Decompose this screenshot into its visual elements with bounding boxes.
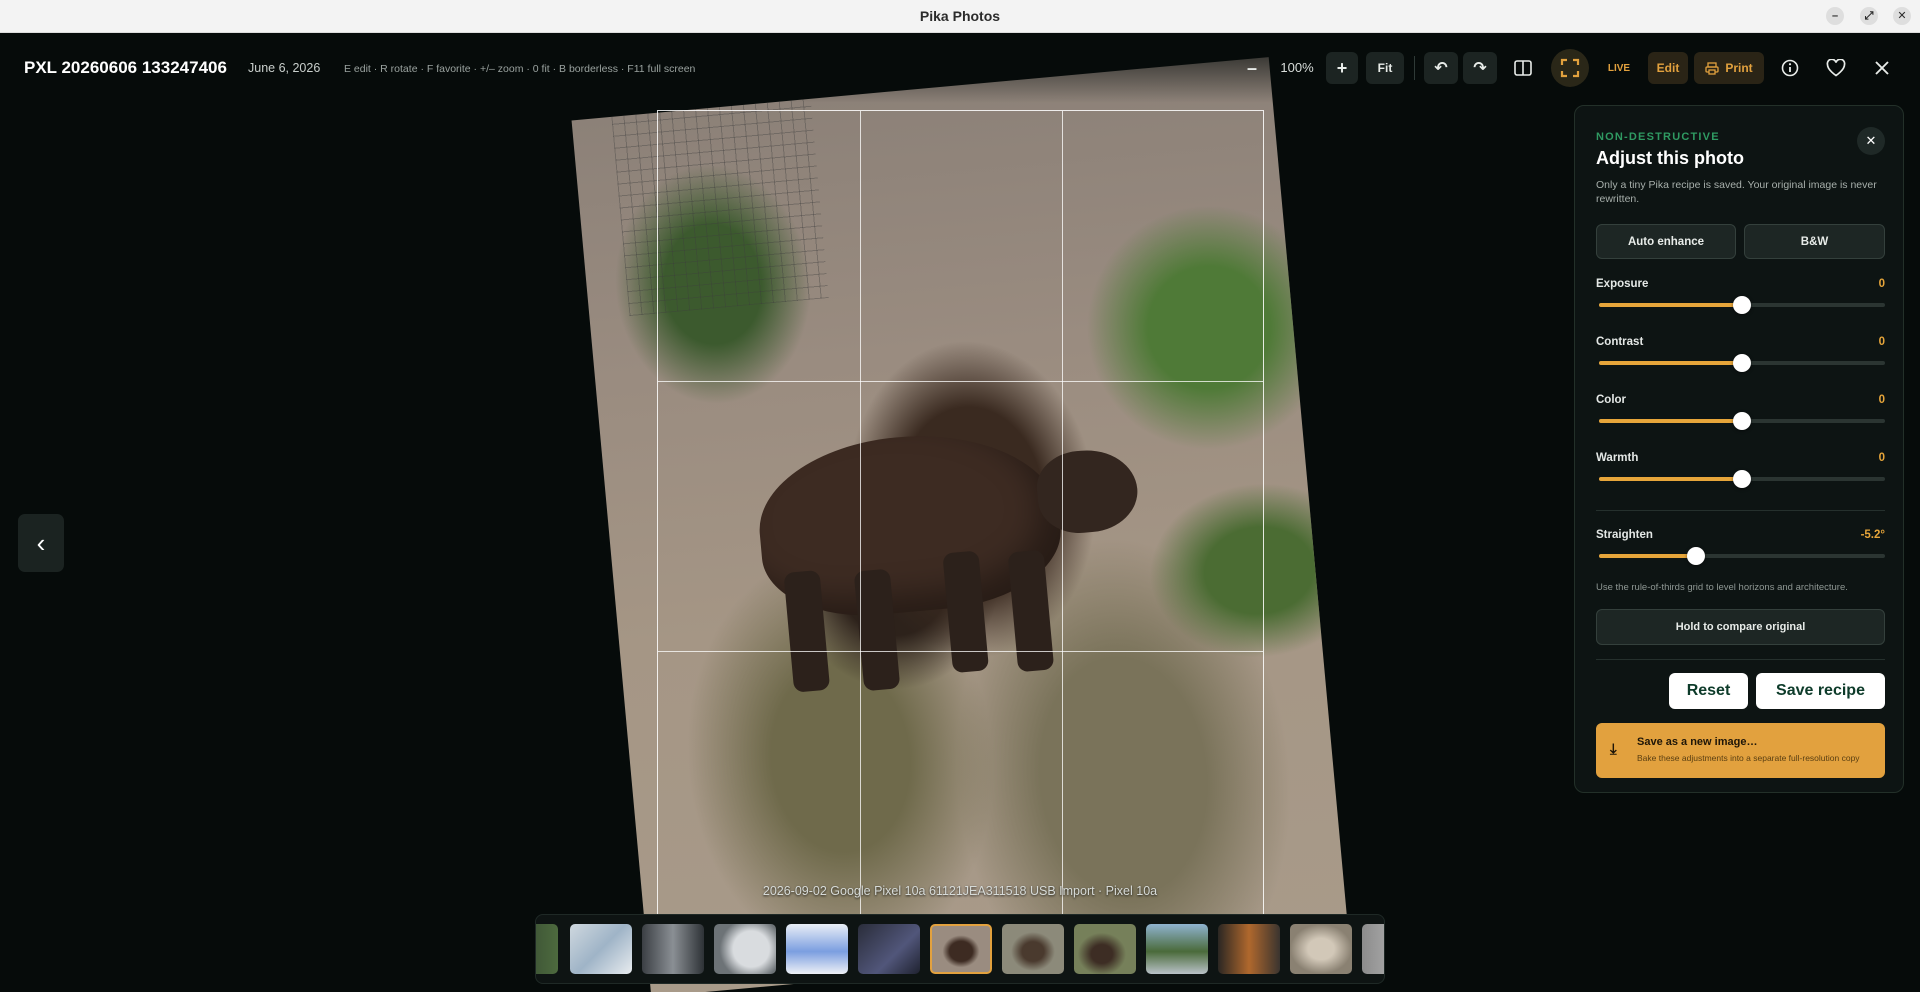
fullscreen-button[interactable] <box>1551 49 1589 87</box>
filmstrip-thumbnail[interactable] <box>858 924 920 974</box>
filmstrip-thumbnail[interactable] <box>1074 924 1136 974</box>
slider-label: Exposure <box>1596 278 1649 290</box>
slider-track[interactable] <box>1599 296 1885 314</box>
chevron-left-icon: ‹ <box>36 527 46 558</box>
fit-button[interactable]: Fit <box>1366 52 1404 84</box>
filmstrip-thumbnail[interactable] <box>642 924 704 974</box>
heart-icon <box>1826 59 1846 77</box>
window-titlebar: Pika Photos – ⤢ ✕ <box>0 0 1920 33</box>
print-label: Print <box>1725 61 1753 75</box>
filmstrip-thumbnail[interactable] <box>1218 924 1280 974</box>
fullscreen-icon <box>1560 58 1580 78</box>
slider-thumb[interactable] <box>1733 354 1751 372</box>
slider-track[interactable] <box>1599 547 1885 565</box>
info-button[interactable] <box>1774 52 1806 84</box>
download-icon: ⤓ <box>1610 741 1617 758</box>
slider-label: Contrast <box>1596 336 1644 348</box>
favorite-button[interactable] <box>1820 52 1852 84</box>
slider-fill <box>1599 419 1742 423</box>
grid-line <box>658 651 1263 652</box>
printer-icon <box>1705 61 1719 75</box>
grid-line <box>860 111 861 920</box>
slider-fill <box>1599 303 1742 307</box>
photo-filename: PXL 20260606 133247406 <box>24 58 227 77</box>
auto-enhance-button[interactable]: Auto enhance <box>1596 224 1736 259</box>
slider-thumb[interactable] <box>1733 296 1751 314</box>
zoom-level: 100% <box>1280 60 1314 75</box>
photo-viewer: 2026-09-02 Google Pixel 10a 61121JEA3115… <box>0 33 1920 992</box>
columns-icon <box>1514 60 1532 76</box>
photo-date: June 6, 2026 <box>248 61 321 75</box>
filmstrip-thumbnail[interactable] <box>1290 924 1352 974</box>
slider-label: Straighten <box>1596 529 1653 541</box>
panel-close-button[interactable]: ✕ <box>1857 127 1885 155</box>
photo-caption: 2026-09-02 Google Pixel 10a 61121JEA3115… <box>762 884 1158 898</box>
slider-fill <box>1599 361 1742 365</box>
toolbar-divider <box>1414 56 1415 80</box>
slider-value: 0 <box>1878 394 1885 406</box>
window-close-button[interactable]: ✕ <box>1893 7 1911 25</box>
slider-fill <box>1599 554 1697 558</box>
redo-button[interactable]: ↷ <box>1463 52 1497 84</box>
minimize-button[interactable]: – <box>1826 7 1844 25</box>
undo-button[interactable]: ↶ <box>1424 52 1458 84</box>
slider-thumb[interactable] <box>1733 412 1751 430</box>
bw-button[interactable]: B&W <box>1744 224 1885 259</box>
save-new-image-button[interactable]: ⤓ Save as a new image… Bake these adjust… <box>1596 723 1885 778</box>
edit-button[interactable]: Edit <box>1648 52 1688 84</box>
slider-track[interactable] <box>1599 354 1885 372</box>
close-icon <box>1875 61 1889 75</box>
panel-divider <box>1596 659 1885 660</box>
panel-description: Only a tiny Pika recipe is saved. Your o… <box>1596 179 1877 205</box>
adjust-panel: NON-DESTRUCTIVE Adjust this photo Only a… <box>1574 105 1904 793</box>
live-button[interactable]: LIVE <box>1599 52 1639 84</box>
shortcut-hints: E edit · R rotate · F favorite · +/– zoo… <box>344 63 696 75</box>
filmstrip <box>535 914 1385 984</box>
slider-value: -5.2° <box>1860 529 1885 541</box>
zoom-out-button[interactable]: – <box>1236 52 1268 84</box>
filmstrip-thumbnail[interactable] <box>1362 924 1384 974</box>
slider-label: Warmth <box>1596 452 1639 464</box>
slider-fill <box>1599 477 1742 481</box>
undo-icon: ↶ <box>1434 60 1448 77</box>
save-new-image-title: Save as a new image… <box>1637 736 1758 748</box>
save-recipe-button[interactable]: Save recipe <box>1756 673 1885 709</box>
panel-divider <box>1596 510 1885 511</box>
crop-frame[interactable] <box>657 110 1264 921</box>
compare-original-button[interactable]: Hold to compare original <box>1596 609 1885 645</box>
redo-icon: ↷ <box>1473 60 1487 77</box>
panel-title: Adjust this photo <box>1596 148 1744 168</box>
slider-value: 0 <box>1878 278 1885 290</box>
maximize-button[interactable]: ⤢ <box>1860 7 1878 25</box>
filmstrip-thumbnail-selected[interactable] <box>930 924 992 974</box>
slider-thumb[interactable] <box>1687 547 1706 565</box>
slider-track[interactable] <box>1599 470 1885 488</box>
slider-value: 0 <box>1878 336 1885 348</box>
previous-photo-button[interactable]: ‹ <box>18 514 64 572</box>
print-button[interactable]: Print <box>1694 52 1764 84</box>
slider-label: Color <box>1596 394 1627 406</box>
filmstrip-thumbnail[interactable] <box>1002 924 1064 974</box>
filmstrip-thumbnail[interactable] <box>1146 924 1208 974</box>
compare-view-button[interactable] <box>1506 52 1540 84</box>
slider-track[interactable] <box>1599 412 1885 430</box>
slider-thumb[interactable] <box>1733 470 1751 488</box>
straighten-hint: Use the rule-of-thirds grid to level hor… <box>1596 582 1848 593</box>
window-title: Pika Photos <box>919 8 1001 24</box>
panel-eyebrow: NON-DESTRUCTIVE <box>1596 131 1720 143</box>
grid-line <box>658 381 1263 382</box>
close-icon: ✕ <box>1865 133 1877 148</box>
reset-button[interactable]: Reset <box>1669 673 1748 709</box>
filmstrip-thumbnail[interactable] <box>570 924 632 974</box>
filmstrip-thumbnail[interactable] <box>536 924 558 974</box>
filmstrip-thumbnail[interactable] <box>714 924 776 974</box>
info-icon <box>1781 59 1799 77</box>
filmstrip-thumbnail[interactable] <box>786 924 848 974</box>
viewer-toolbar: PXL 20260606 133247406 June 6, 2026 E ed… <box>0 33 1920 103</box>
grid-line <box>1062 111 1063 920</box>
zoom-in-button[interactable]: + <box>1326 52 1358 84</box>
slider-value: 0 <box>1878 452 1885 464</box>
close-viewer-button[interactable] <box>1866 52 1898 84</box>
save-new-image-subtitle: Bake these adjustments into a separate f… <box>1637 753 1860 763</box>
